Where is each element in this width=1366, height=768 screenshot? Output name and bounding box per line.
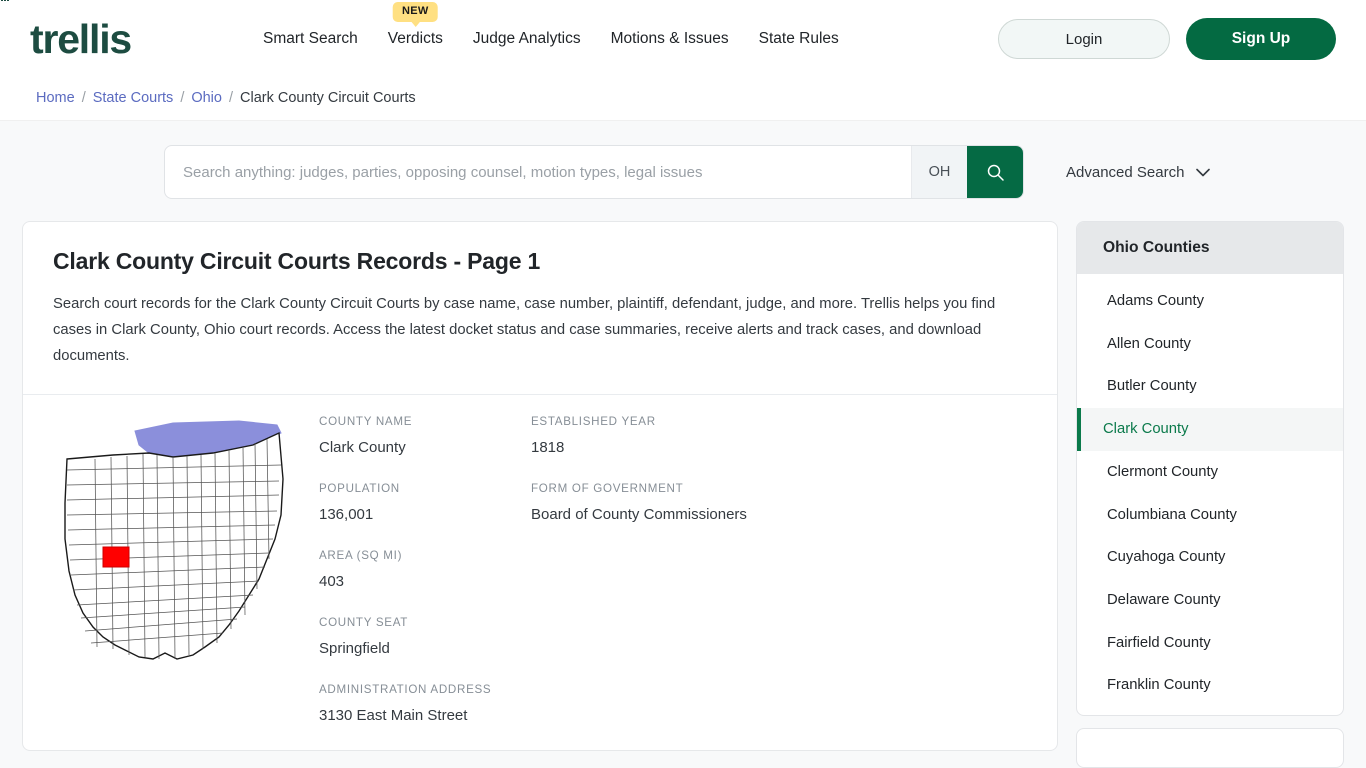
- logo-text: trellis: [30, 15, 132, 62]
- sidebar: Ohio Counties Adams County Allen County …: [1076, 221, 1344, 768]
- nav-label: Smart Search: [263, 30, 358, 47]
- sidebar-item-label: Clark County: [1103, 421, 1189, 438]
- breadcrumb-item-state-courts[interactable]: State Courts: [93, 90, 174, 106]
- field-label: ADMINISTRATION ADDRESS: [319, 682, 492, 696]
- search-icon: [987, 164, 1004, 181]
- header-actions: Login Sign Up: [998, 18, 1336, 60]
- sidebar-item-delaware-county[interactable]: Delaware County: [1077, 579, 1343, 622]
- sidebar-item-butler-county[interactable]: Butler County: [1077, 365, 1343, 408]
- field-value: Clark County: [319, 438, 406, 456]
- field-value: Springfield: [319, 639, 390, 657]
- field-value: Board of County Commissioners: [531, 505, 747, 523]
- sidebar-item-label: Allen County: [1107, 335, 1191, 352]
- field-label: COUNTY NAME: [319, 414, 413, 428]
- logo[interactable]: trellis: [1, 0, 205, 62]
- breadcrumb-item-current: Clark County Circuit Courts: [240, 90, 416, 106]
- field-spacer: [531, 683, 1027, 750]
- main-nav: Smart Search NEW Verdicts Judge Analytic…: [261, 2, 841, 52]
- page-title: Clark County Circuit Courts Records - Pa…: [53, 248, 541, 274]
- sidebar-item-label: Delaware County: [1107, 591, 1221, 608]
- nav-item-verdicts[interactable]: NEW Verdicts: [386, 2, 445, 52]
- field-spacer: [531, 616, 1027, 683]
- sidebar-item-label: Cuyahoga County: [1107, 549, 1226, 566]
- sidebar-heading: Ohio Counties: [1077, 222, 1343, 274]
- county-record-card: Clark County Circuit Courts Records - Pa…: [22, 221, 1058, 751]
- nav-item-motions-issues[interactable]: Motions & Issues: [609, 26, 731, 52]
- sidebar-item-label: Adams County: [1107, 293, 1205, 309]
- field-county-seat: COUNTY SEAT Springfield: [319, 616, 531, 657]
- sidebar-item-clark-county[interactable]: Clark County: [1077, 408, 1343, 451]
- field-value: 136,001: [319, 505, 374, 523]
- nav-label: Motions & Issues: [610, 30, 729, 47]
- field-form-of-government: FORM OF GOVERNMENT Board of County Commi…: [531, 482, 1027, 523]
- ohio-county-map: [53, 415, 285, 750]
- nav-label: Judge Analytics: [472, 30, 581, 47]
- nav-item-smart-search[interactable]: Smart Search: [261, 26, 360, 52]
- sidebar-item-cuyahoga-county[interactable]: Cuyahoga County: [1077, 536, 1343, 579]
- county-info-body: COUNTY NAME Clark County ESTABLISHED YEA…: [23, 395, 1057, 750]
- field-spacer: [531, 549, 1027, 616]
- field-label: AREA (SQ MI): [319, 548, 403, 562]
- site-header: trellis Smart Search NEW Verdicts Judge …: [0, 0, 1366, 78]
- county-list: Adams County Allen County Butler County …: [1077, 274, 1343, 715]
- nav-item-judge-analytics[interactable]: Judge Analytics: [471, 26, 583, 52]
- card-header: Clark County Circuit Courts Records - Pa…: [23, 222, 1057, 394]
- sidebar-item-allen-county[interactable]: Allen County: [1077, 323, 1343, 366]
- field-value: 1818: [531, 438, 565, 456]
- sidebar-item-label: Butler County: [1107, 378, 1197, 395]
- sidebar-secondary-card: [1076, 728, 1344, 768]
- sidebar-item-label: Clermont County: [1107, 463, 1219, 480]
- sidebar-item-fairfield-county[interactable]: Fairfield County: [1077, 622, 1343, 665]
- state-selector[interactable]: OH: [911, 146, 967, 198]
- breadcrumb-item-ohio[interactable]: Ohio: [191, 90, 222, 106]
- field-label: FORM OF GOVERNMENT: [531, 481, 684, 495]
- search-box: OH: [164, 145, 1024, 199]
- sidebar-item-clermont-county[interactable]: Clermont County: [1077, 451, 1343, 494]
- field-area: AREA (SQ MI) 403: [319, 549, 531, 590]
- breadcrumb: Home / State Courts / Ohio / Clark Count…: [0, 78, 1366, 121]
- page-description: Search court records for the Clark Count…: [53, 296, 996, 365]
- login-button[interactable]: Login: [998, 19, 1170, 59]
- field-label: COUNTY SEAT: [319, 615, 409, 629]
- search-button[interactable]: [967, 146, 1023, 198]
- field-county-name: COUNTY NAME Clark County: [319, 415, 531, 456]
- field-established-year: ESTABLISHED YEAR 1818: [531, 415, 1027, 456]
- ohio-map-icon: [64, 420, 284, 660]
- field-value: 403: [319, 572, 345, 590]
- signup-button[interactable]: Sign Up: [1186, 18, 1336, 60]
- page-layout: Clark County Circuit Courts Records - Pa…: [0, 221, 1366, 768]
- sidebar-item-label: Fairfield County: [1107, 634, 1211, 651]
- breadcrumb-separator: /: [228, 90, 234, 106]
- sidebar-item-label: Columbiana County: [1107, 506, 1237, 523]
- main-column: Clark County Circuit Courts Records - Pa…: [22, 221, 1058, 751]
- nav-label: State Rules: [758, 30, 839, 47]
- advanced-search-toggle[interactable]: Advanced Search: [1066, 163, 1211, 181]
- sidebar-item-columbiana-county[interactable]: Columbiana County: [1077, 494, 1343, 537]
- nav-item-state-rules[interactable]: State Rules: [757, 26, 841, 52]
- field-value: 3130 East Main Street: [319, 706, 468, 724]
- sidebar-item-label: Franklin County: [1107, 677, 1211, 694]
- field-label: POPULATION: [319, 481, 400, 495]
- field-population: POPULATION 136,001: [319, 482, 531, 523]
- sidebar-item-franklin-county[interactable]: Franklin County: [1077, 664, 1343, 707]
- breadcrumb-separator: /: [81, 90, 86, 106]
- ohio-counties-card: Ohio Counties Adams County Allen County …: [1076, 221, 1344, 717]
- chevron-down-icon: [1196, 168, 1211, 176]
- nav-label: Verdicts: [387, 30, 443, 47]
- field-label: ESTABLISHED YEAR: [531, 414, 656, 428]
- search-input[interactable]: [165, 146, 911, 198]
- breadcrumb-separator: /: [180, 90, 185, 106]
- field-administration-address: ADMINISTRATION ADDRESS 3130 East Main St…: [319, 683, 531, 724]
- county-fields: COUNTY NAME Clark County ESTABLISHED YEA…: [319, 415, 1027, 750]
- advanced-search-label: Advanced Search: [1066, 163, 1185, 181]
- new-badge: NEW: [393, 2, 438, 22]
- trellis-mark-icon: [1, 0, 9, 1]
- breadcrumb-item-home[interactable]: Home: [36, 90, 75, 106]
- search-section: OH Advanced Search: [0, 121, 1366, 221]
- sidebar-item-adams-county[interactable]: Adams County: [1077, 280, 1343, 323]
